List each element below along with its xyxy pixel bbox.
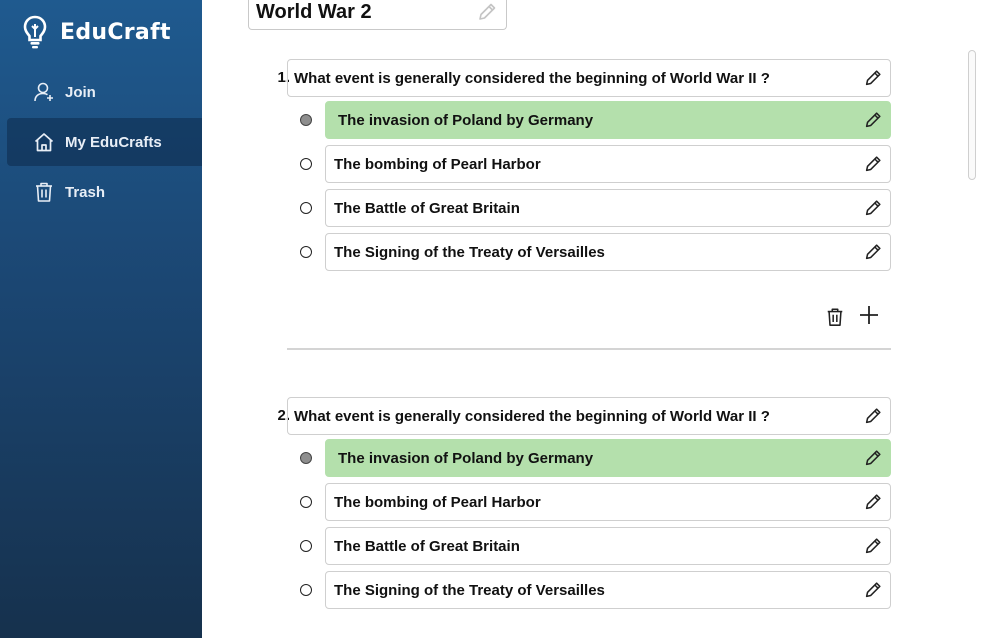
option-text: The invasion of Poland by Germany [338,111,594,129]
pencil-icon[interactable] [862,197,884,219]
question-text: What event is generally considered the b… [294,407,770,425]
option-radio[interactable] [300,452,312,464]
question-field[interactable]: What event is generally considered the b… [287,59,891,97]
pencil-icon[interactable] [862,491,884,513]
quiz-editor: World War 2 1. What event is generally c… [202,0,984,638]
delete-question-button[interactable] [824,306,846,328]
pencil-icon[interactable] [476,1,498,23]
user-add-icon [33,81,55,103]
sidebar-item-label: Join [65,83,96,101]
sidebar-item-join[interactable]: Join [7,68,202,116]
question-divider [287,348,891,350]
pencil-icon[interactable] [862,447,884,469]
app-window: EduCraft Join My EduCrafts Trash World W… [0,0,984,638]
question-text: What event is generally considered the b… [294,69,770,87]
option-text: The bombing of Pearl Harbor [334,155,541,173]
trash-icon [33,181,55,203]
answer-option[interactable]: The invasion of Poland by Germany [325,439,891,477]
sidebar-item-label: Trash [65,183,106,201]
answer-option[interactable]: The Signing of the Treaty of Versailles [325,233,891,271]
option-radio[interactable] [300,584,312,596]
option-text: The bombing of Pearl Harbor [334,493,541,511]
pencil-icon[interactable] [862,67,884,89]
answer-option[interactable]: The Battle of Great Britain [325,189,891,227]
answer-option[interactable]: The invasion of Poland by Germany [325,101,891,139]
plus-icon [858,304,880,326]
option-radio[interactable] [300,158,312,170]
add-option-button[interactable] [858,304,880,326]
option-text: The invasion of Poland by Germany [338,449,594,467]
answer-option[interactable]: The Battle of Great Britain [325,527,891,565]
sidebar-item-trash[interactable]: Trash [7,168,202,216]
sidebar-item-my-educrafts[interactable]: My EduCrafts [7,118,202,166]
pencil-icon[interactable] [862,579,884,601]
brand-name: EduCraft [60,19,171,45]
trash-icon [825,307,845,327]
option-text: The Battle of Great Britain [334,199,520,217]
scrollbar[interactable] [968,50,976,180]
brand[interactable]: EduCraft [22,14,171,50]
option-radio[interactable] [300,246,312,258]
option-text: The Signing of the Treaty of Versailles [334,581,605,599]
quiz-title: World War 2 [256,1,372,23]
answer-option[interactable]: The Signing of the Treaty of Versailles [325,571,891,609]
sidebar-item-label: My EduCrafts [65,133,162,151]
pencil-icon[interactable] [862,241,884,263]
option-radio[interactable] [300,496,312,508]
option-radio[interactable] [300,202,312,214]
home-icon [33,131,55,153]
option-text: The Battle of Great Britain [334,537,520,555]
pencil-icon[interactable] [862,405,884,427]
pencil-icon[interactable] [862,109,884,131]
lightbulb-icon [22,14,48,50]
option-radio[interactable] [300,114,312,126]
quiz-title-field[interactable]: World War 2 [248,0,507,30]
pencil-icon[interactable] [862,153,884,175]
option-radio[interactable] [300,540,312,552]
answer-option[interactable]: The bombing of Pearl Harbor [325,145,891,183]
answer-option[interactable]: The bombing of Pearl Harbor [325,483,891,521]
sidebar: EduCraft Join My EduCrafts Trash [0,0,202,638]
option-text: The Signing of the Treaty of Versailles [334,243,605,261]
question-field[interactable]: What event is generally considered the b… [287,397,891,435]
pencil-icon[interactable] [862,535,884,557]
